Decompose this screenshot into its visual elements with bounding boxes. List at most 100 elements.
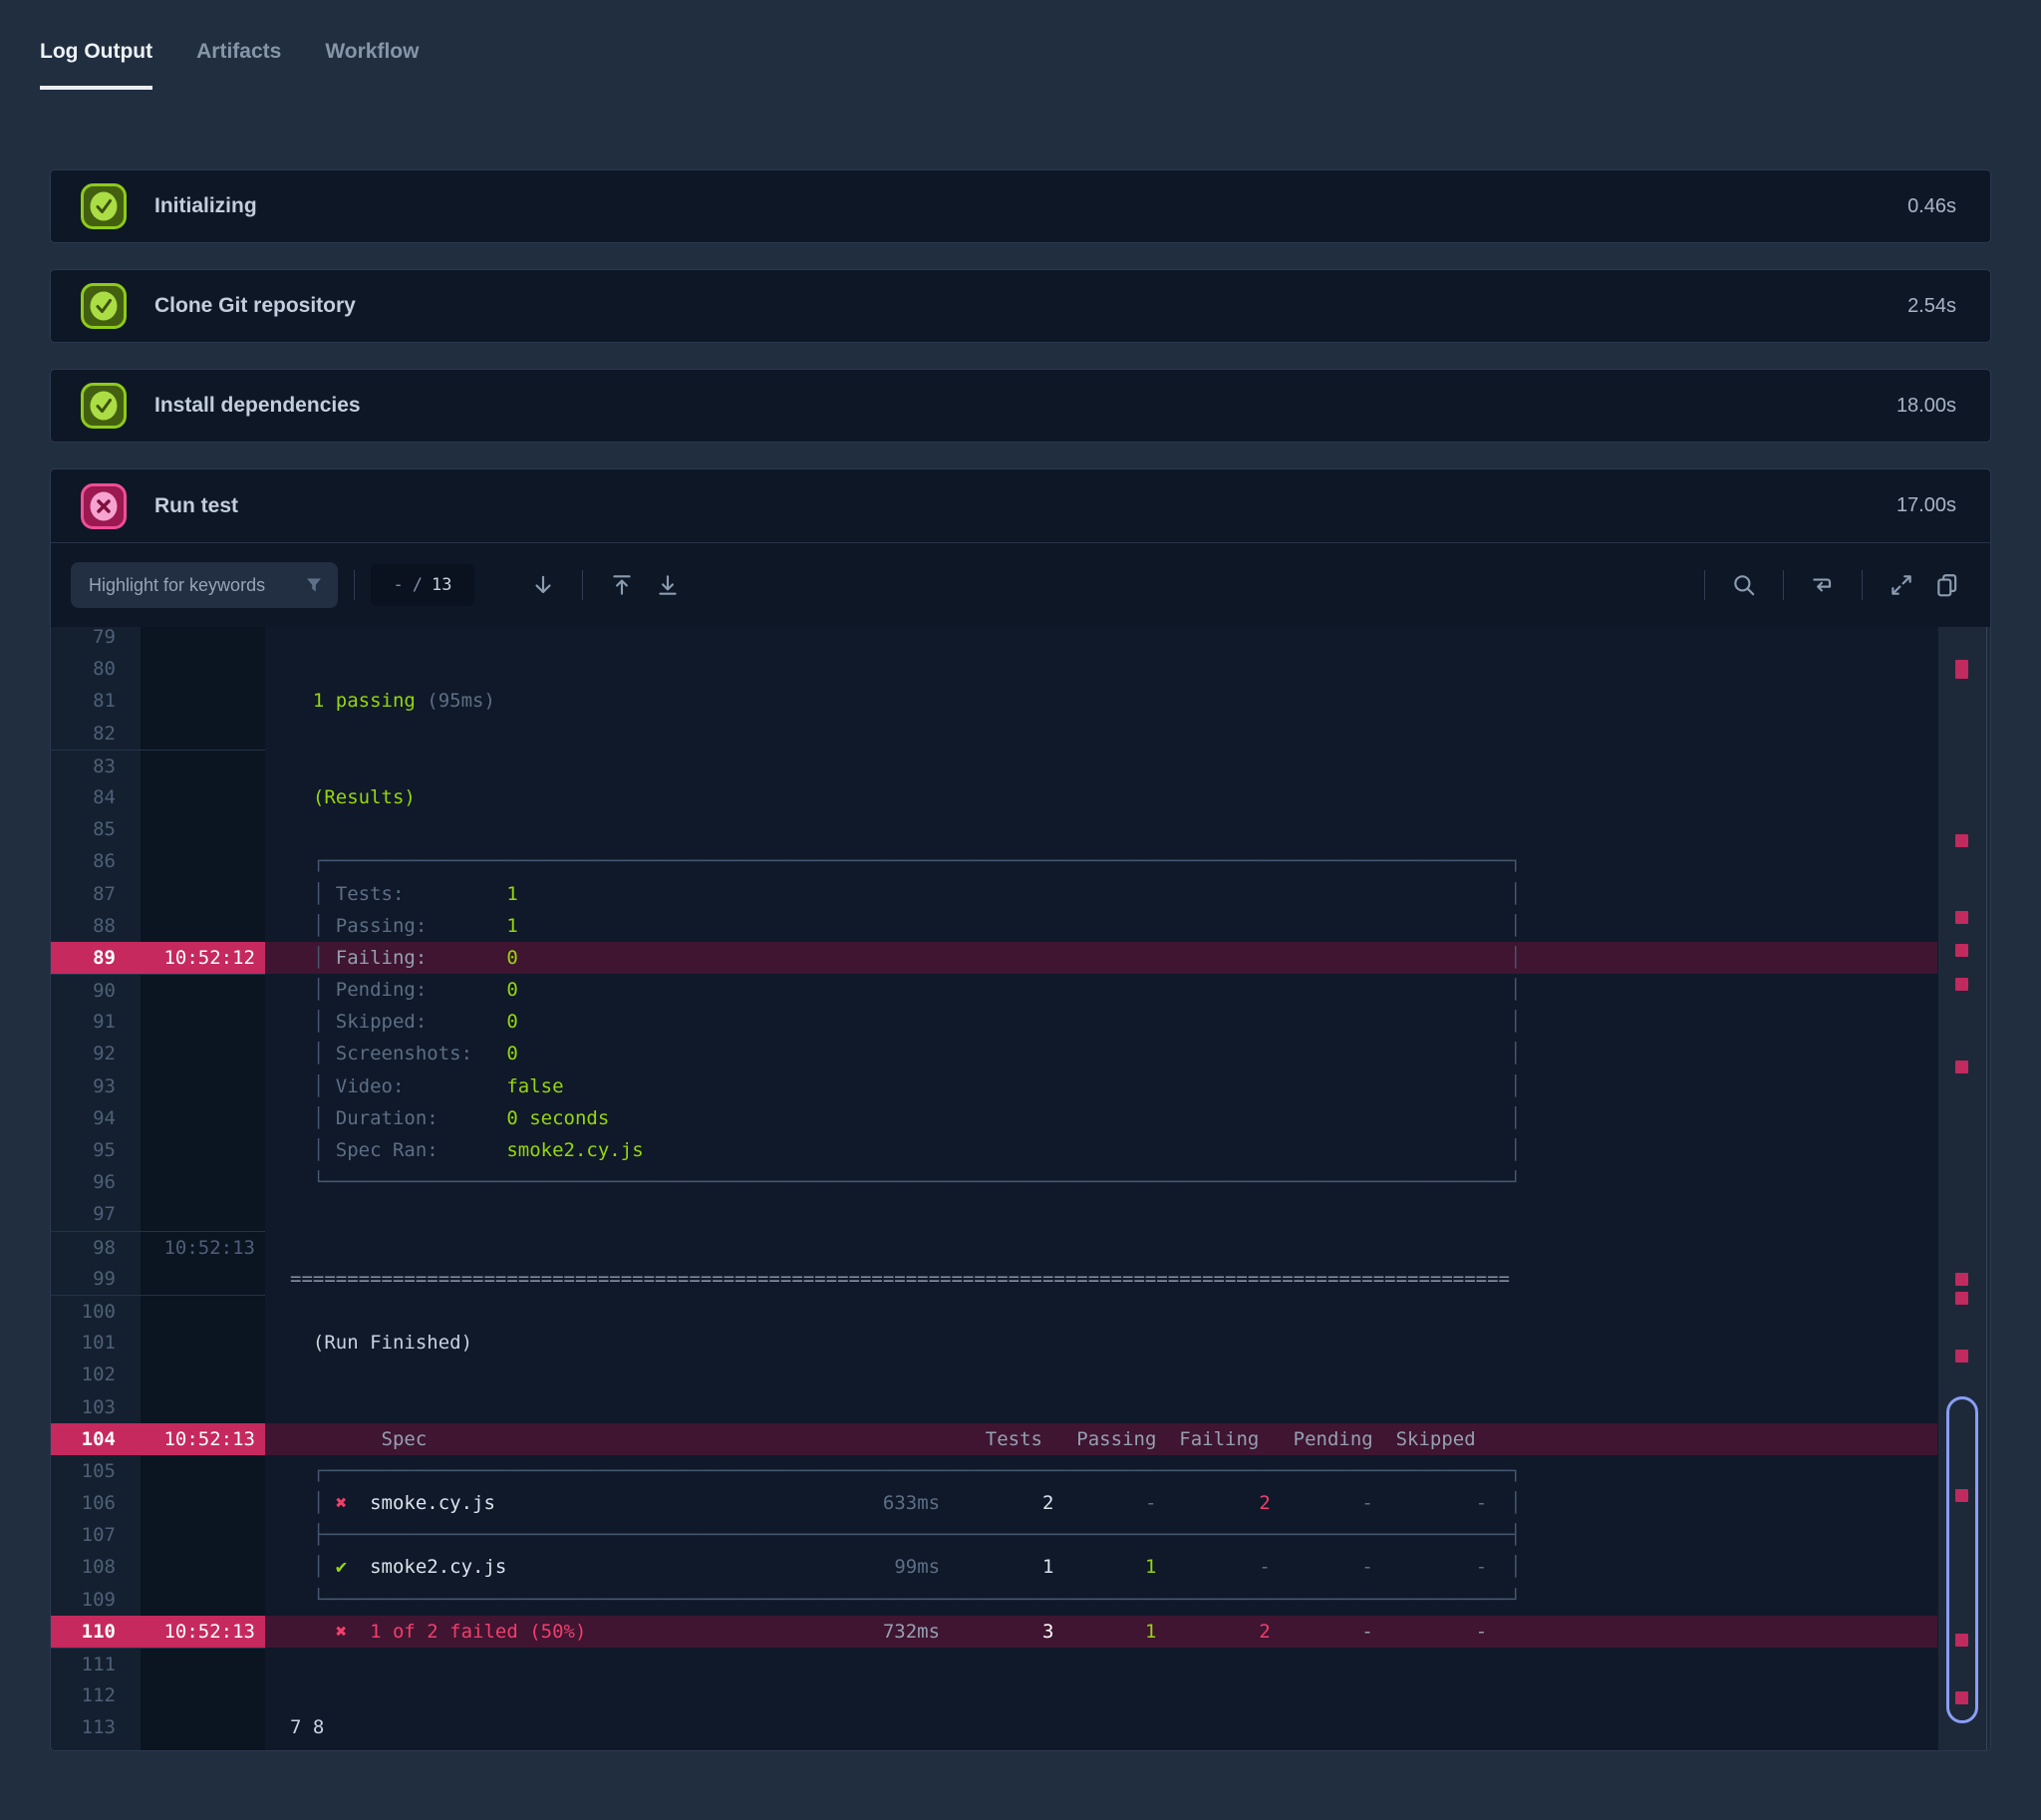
- log-line: 83: [51, 749, 1937, 781]
- line-timestamp: [141, 749, 265, 781]
- line-text: ┌───────────────────────────────────────…: [265, 845, 1937, 878]
- line-timestamp: [141, 1327, 265, 1360]
- line-number[interactable]: 97: [51, 1198, 141, 1231]
- step-run-test-header[interactable]: Run test 17.00s: [51, 469, 1990, 543]
- line-number[interactable]: 85: [51, 813, 141, 846]
- line-number[interactable]: 107: [51, 1519, 141, 1552]
- line-number[interactable]: 101: [51, 1327, 141, 1360]
- line-number[interactable]: 102: [51, 1359, 141, 1391]
- log-line: 102: [51, 1359, 1937, 1391]
- line-number[interactable]: 81: [51, 685, 141, 718]
- line-timestamp: [141, 1038, 265, 1070]
- line-timestamp: [141, 1294, 265, 1328]
- line-number[interactable]: 108: [51, 1551, 141, 1584]
- scroll-to-top-button[interactable]: [599, 562, 645, 608]
- log-line: 92 │ Screenshots: 0 │: [51, 1038, 1937, 1070]
- line-timestamp: [141, 1134, 265, 1167]
- line-number[interactable]: 98: [51, 1230, 141, 1263]
- scrollbar-thumb[interactable]: [1946, 1396, 1978, 1723]
- line-number[interactable]: 95: [51, 1134, 141, 1167]
- line-text: │ Video: false │: [265, 1069, 1937, 1102]
- line-timestamp: [141, 1487, 265, 1520]
- line-number[interactable]: 96: [51, 1166, 141, 1199]
- line-number[interactable]: 89: [51, 941, 141, 975]
- line-number[interactable]: 80: [51, 653, 141, 686]
- line-number[interactable]: 82: [51, 717, 141, 750]
- expand-fullscreen-button[interactable]: [1879, 562, 1924, 608]
- line-number[interactable]: 91: [51, 1006, 141, 1039]
- scroll-to-bottom-button[interactable]: [645, 562, 691, 608]
- toolbar-divider: [582, 570, 583, 600]
- tab-log-output[interactable]: Log Output: [40, 40, 153, 90]
- line-number[interactable]: 90: [51, 974, 141, 1007]
- toolbar-divider: [1862, 570, 1863, 600]
- line-text: [265, 1294, 1937, 1328]
- toolbar-divider: [1783, 570, 1784, 600]
- line-text: [265, 813, 1937, 846]
- step-duration: 2.54s: [1907, 294, 1956, 317]
- line-number[interactable]: 88: [51, 909, 141, 942]
- step-initializing[interactable]: Initializing 0.46s: [50, 169, 1991, 243]
- next-match-button[interactable]: [520, 562, 566, 608]
- line-timestamp: [141, 1101, 265, 1134]
- line-number[interactable]: 94: [51, 1101, 141, 1134]
- line-number[interactable]: 111: [51, 1648, 141, 1680]
- line-number[interactable]: 103: [51, 1390, 141, 1423]
- step-clone-git-repository[interactable]: Clone Git repository 2.54s: [50, 269, 1991, 343]
- log-line: 96 └────────────────────────────────────…: [51, 1166, 1937, 1199]
- line-number[interactable]: 87: [51, 877, 141, 910]
- step-duration: 0.46s: [1907, 194, 1956, 217]
- toolbar-divider: [354, 570, 355, 600]
- line-number[interactable]: 104: [51, 1422, 141, 1455]
- log-line: 95 │ Spec Ran: smoke2.cy.js │: [51, 1134, 1937, 1167]
- line-text: (Run Finished): [265, 1327, 1937, 1360]
- line-number[interactable]: 110: [51, 1615, 141, 1648]
- line-number[interactable]: 93: [51, 1069, 141, 1102]
- line-text: ├───────────────────────────────────────…: [265, 1519, 1937, 1552]
- log-line: 106 │ ✖ smoke.cy.js 633ms 2 - 2 - - │: [51, 1487, 1937, 1520]
- tab-workflow[interactable]: Workflow: [325, 40, 419, 90]
- line-number[interactable]: 99: [51, 1262, 141, 1295]
- line-text: [265, 1648, 1937, 1680]
- log-line: 110 10:52:13 ✖ 1 of 2 failed (50%) 732ms …: [51, 1615, 1937, 1648]
- line-timestamp: [141, 1711, 265, 1744]
- line-text: ========================================…: [265, 1262, 1937, 1295]
- line-timestamp: [141, 909, 265, 942]
- line-number[interactable]: 84: [51, 780, 141, 814]
- log-line: 86 ┌────────────────────────────────────…: [51, 845, 1937, 878]
- step-install-dependencies[interactable]: Install dependencies 18.00s: [50, 369, 1991, 443]
- search-button[interactable]: [1721, 562, 1767, 608]
- line-number[interactable]: 100: [51, 1294, 141, 1328]
- log-minimap-scrollbar[interactable]: [1937, 627, 1990, 1750]
- line-number[interactable]: 106: [51, 1487, 141, 1520]
- previous-match-button[interactable]: [474, 562, 520, 608]
- line-number[interactable]: 105: [51, 1454, 141, 1488]
- log-line: 81 1 passing (95ms): [51, 685, 1937, 718]
- line-number[interactable]: 109: [51, 1583, 141, 1616]
- line-number[interactable]: 86: [51, 845, 141, 878]
- line-text: ┌───────────────────────────────────────…: [265, 1454, 1937, 1488]
- log-line: 85: [51, 813, 1937, 846]
- line-number[interactable]: 92: [51, 1038, 141, 1070]
- log-scroll-region[interactable]: 79 80 81 1 passing (95ms) 82 83 84 (Results) 8…: [51, 627, 1937, 1750]
- step-label: Install dependencies: [154, 394, 361, 417]
- step-list: Initializing 0.46s Clone Git repository …: [50, 169, 1991, 443]
- highlight-keywords-input[interactable]: [71, 562, 338, 608]
- line-text: 7 8: [265, 1711, 1937, 1744]
- line-timestamp: [141, 1551, 265, 1584]
- tab-artifacts[interactable]: Artifacts: [196, 40, 281, 90]
- line-text: │ Duration: 0 seconds │: [265, 1101, 1937, 1134]
- line-number[interactable]: 112: [51, 1679, 141, 1712]
- line-number[interactable]: 113: [51, 1711, 141, 1744]
- step-duration: 17.00s: [1895, 494, 1956, 516]
- line-number[interactable]: 79: [51, 627, 141, 654]
- line-timestamp: [141, 653, 265, 686]
- line-timestamp: [141, 974, 265, 1007]
- copy-log-button[interactable]: [1924, 562, 1970, 608]
- wrap-lines-button[interactable]: [1800, 562, 1846, 608]
- line-number[interactable]: 83: [51, 749, 141, 781]
- line-timestamp: [141, 1198, 265, 1231]
- step-label: Run test: [154, 493, 238, 517]
- minimap-match-marker: [1955, 1273, 1968, 1286]
- line-text: │ Spec Ran: smoke2.cy.js │: [265, 1134, 1937, 1167]
